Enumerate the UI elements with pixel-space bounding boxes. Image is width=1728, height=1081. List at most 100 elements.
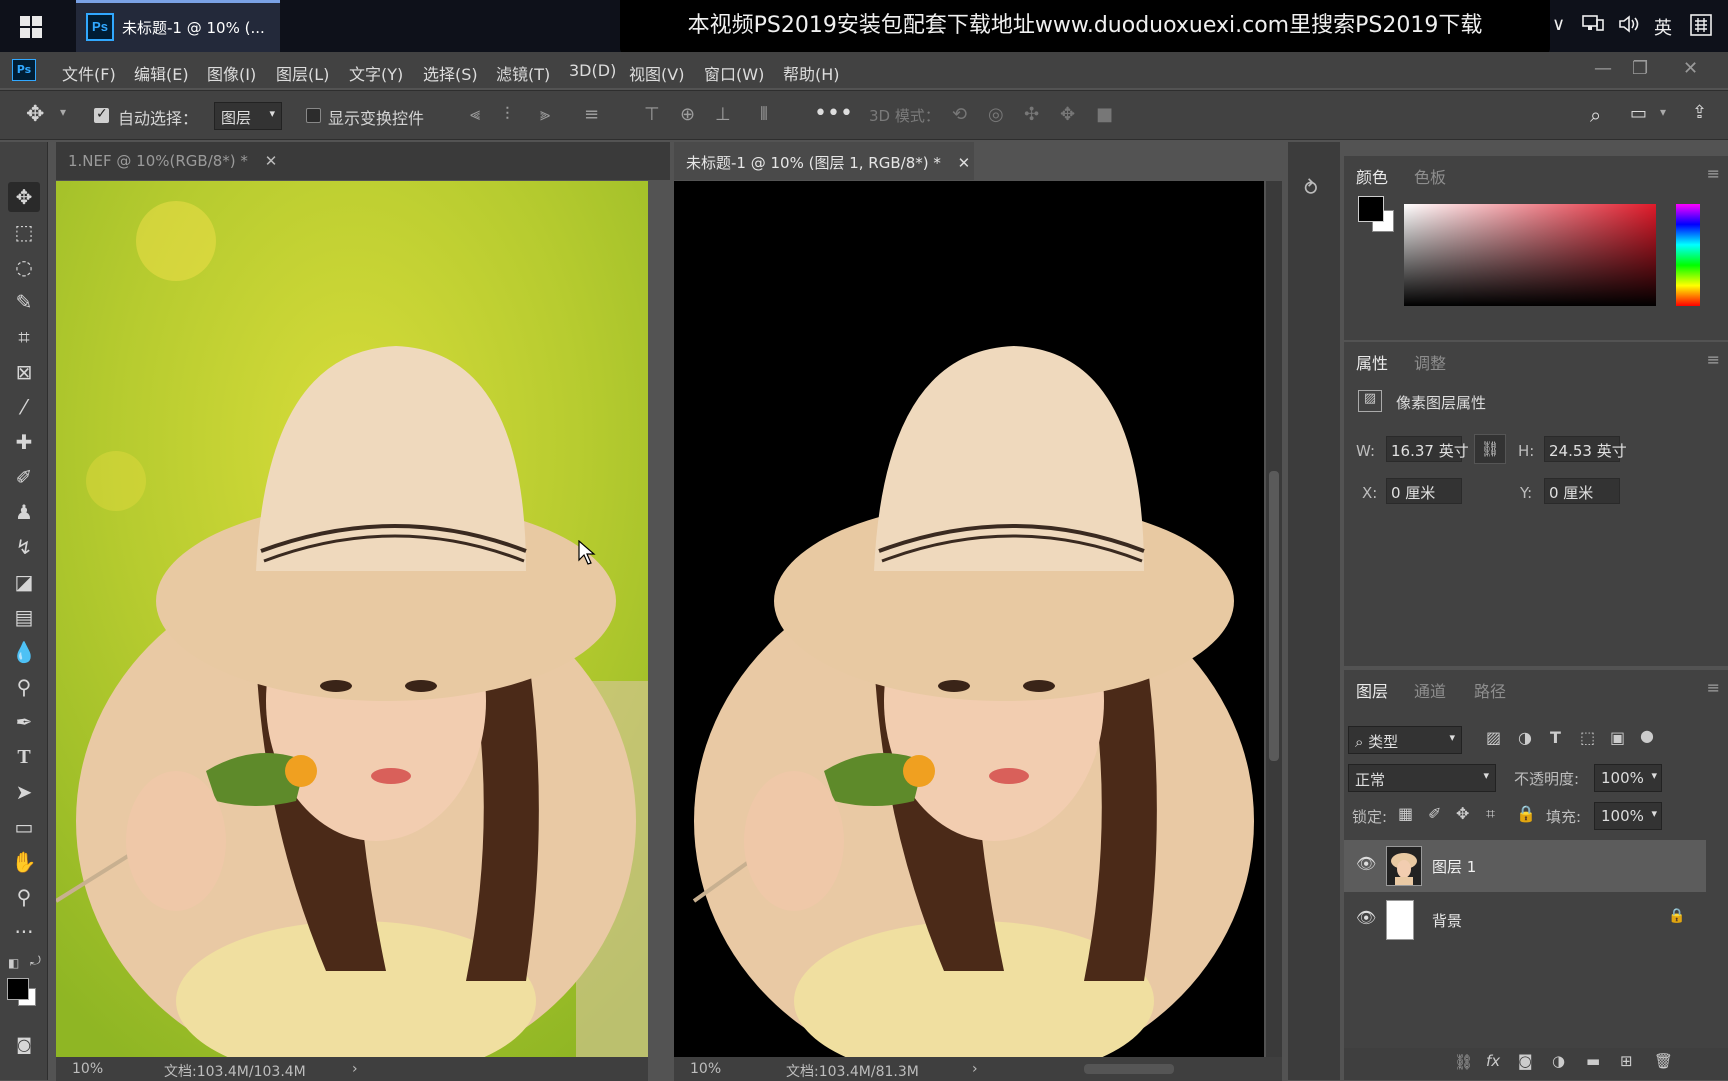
document-1-canvas[interactable] <box>56 181 648 1057</box>
hue-slider[interactable] <box>1676 204 1700 306</box>
healing-brush-tool-icon[interactable]: ✚ <box>8 427 40 457</box>
path-select-tool-icon[interactable]: ➤ <box>8 777 40 807</box>
layer-style-fx-icon[interactable]: fx <box>1486 1052 1500 1070</box>
distribute-vertical-icon[interactable]: ⦀ <box>760 104 768 125</box>
lock-transparent-icon[interactable]: ▦ <box>1398 804 1413 823</box>
filter-smart-object-icon[interactable]: ▣ <box>1610 728 1625 747</box>
swap-colors-icon[interactable]: ⤾ <box>30 954 41 969</box>
pen-tool-icon[interactable]: ✒ <box>8 707 40 737</box>
layer-row[interactable]: 👁 背景 🔒 <box>1344 894 1706 946</box>
lock-position-icon[interactable]: ✥ <box>1456 804 1469 823</box>
layer-name[interactable]: 图层 1 <box>1432 856 1476 877</box>
tab-adjustments[interactable]: 调整 <box>1414 350 1446 374</box>
tab-swatches[interactable]: 色板 <box>1414 164 1446 188</box>
tray-expand-icon[interactable]: ∨ <box>1552 14 1565 35</box>
menu-filter[interactable]: 滤镜(T) <box>496 61 550 85</box>
brush-tool-icon[interactable]: ✐ <box>8 462 40 492</box>
link-dimensions-icon[interactable]: ⛓ <box>1474 434 1506 464</box>
document-2-vertical-scrollbar[interactable] <box>1266 181 1282 1057</box>
lock-all-icon[interactable]: 🔒 <box>1516 804 1536 823</box>
windows-start-icon[interactable] <box>20 16 42 38</box>
filter-toggle-icon[interactable]: ● <box>1640 726 1654 745</box>
history-brush-tool-icon[interactable]: ↯ <box>8 532 40 562</box>
photoshop-logo[interactable]: Ps <box>12 59 36 81</box>
more-options-icon[interactable]: ••• <box>814 101 853 126</box>
filter-type-icon[interactable]: T <box>1550 728 1561 747</box>
tab-document-1[interactable]: 1.NEF @ 10%(RGB/8*) * ✕ <box>56 142 670 180</box>
tab-channels[interactable]: 通道 <box>1414 678 1446 702</box>
tool-preset-chevron-icon[interactable]: ▾ <box>60 105 66 119</box>
tab-paths[interactable]: 路径 <box>1474 678 1506 702</box>
menu-window[interactable]: 窗口(W) <box>704 61 764 85</box>
adjustment-layer-icon[interactable]: ◑ <box>1552 1052 1565 1070</box>
panel-menu-icon[interactable]: ≡ <box>1707 164 1720 183</box>
close-icon[interactable]: ✕ <box>265 152 278 170</box>
layer-name[interactable]: 背景 <box>1432 910 1462 931</box>
frame-tool-icon[interactable]: ⊠ <box>8 357 40 387</box>
y-field[interactable]: 0 厘米 <box>1544 478 1620 504</box>
show-transform-checkbox[interactable] <box>306 108 321 123</box>
crop-tool-icon[interactable]: ⌗ <box>8 322 40 352</box>
filter-pixel-icon[interactable]: ▨ <box>1486 728 1501 747</box>
new-group-icon[interactable]: ▬ <box>1586 1052 1600 1070</box>
fill-field[interactable]: 100% ▾ <box>1594 802 1662 830</box>
ime-mode-icon[interactable] <box>1690 14 1712 41</box>
link-layers-icon[interactable]: ⛓ <box>1454 1053 1473 1071</box>
menu-edit[interactable]: 编辑(E) <box>134 61 189 85</box>
tab-layers[interactable]: 图层 <box>1356 678 1388 702</box>
auto-select-target-dropdown[interactable]: 图层 ▾ <box>214 102 282 130</box>
align-left-icon[interactable]: ⫷ <box>470 104 480 125</box>
document-2-canvas[interactable] <box>674 181 1264 1057</box>
marquee-tool-icon[interactable]: ⬚ <box>8 217 40 247</box>
document-2-zoom[interactable]: 10% <box>690 1061 721 1077</box>
zoom-tool-icon[interactable]: ⚲ <box>8 882 40 912</box>
move-tool-icon[interactable]: ✥ <box>26 102 44 127</box>
close-icon[interactable]: ✕ <box>958 154 971 172</box>
blend-mode-dropdown[interactable]: 正常 ▾ <box>1348 764 1496 792</box>
saturation-brightness-field[interactable] <box>1404 204 1656 306</box>
ime-language-indicator[interactable]: 英 <box>1654 14 1672 40</box>
quick-mask-icon[interactable]: ◙ <box>8 1030 40 1060</box>
hand-tool-icon[interactable]: ✋ <box>8 847 40 877</box>
menu-image[interactable]: 图像(I) <box>207 61 256 85</box>
minimize-icon[interactable]: — <box>1594 58 1612 79</box>
layer-filter-dropdown[interactable]: ⌕ 类型 ▾ <box>1348 726 1462 754</box>
distribute-horizontal-icon[interactable]: ≡ <box>584 104 599 125</box>
tab-document-2[interactable]: 未标题-1 @ 10% (图层 1, RGB/8*) * ✕ <box>674 142 974 180</box>
layer-row[interactable]: 👁 图层 1 <box>1344 840 1706 892</box>
filter-shape-icon[interactable]: ⬚ <box>1580 728 1595 747</box>
volume-icon[interactable] <box>1618 14 1642 39</box>
panel-menu-icon[interactable]: ≡ <box>1707 350 1720 369</box>
rectangle-tool-icon[interactable]: ▭ <box>8 812 40 842</box>
opacity-field[interactable]: 100% ▾ <box>1594 764 1662 792</box>
align-center-icon[interactable]: ⫶ <box>505 104 510 125</box>
status-menu-chevron-icon[interactable]: › <box>352 1061 358 1077</box>
gradient-tool-icon[interactable]: ▤ <box>8 602 40 632</box>
workspace-icon[interactable]: ▭ <box>1630 103 1647 124</box>
document-1-zoom[interactable]: 10% <box>72 1061 103 1077</box>
height-field[interactable]: 24.53 英寸 <box>1544 436 1627 462</box>
clone-stamp-tool-icon[interactable]: ♟ <box>8 497 40 527</box>
align-bottom-icon[interactable]: ⊥ <box>715 104 731 125</box>
menu-file[interactable]: 文件(F) <box>62 61 116 85</box>
scrollbar-thumb[interactable] <box>1269 471 1279 761</box>
lasso-tool-icon[interactable]: ◌ <box>8 252 40 282</box>
visibility-eye-icon[interactable]: 👁 <box>1356 854 1376 873</box>
menu-select[interactable]: 选择(S) <box>423 61 478 85</box>
tab-color[interactable]: 颜色 <box>1356 164 1388 188</box>
align-middle-icon[interactable]: ⊕ <box>680 104 695 125</box>
share-icon[interactable]: ⇪ <box>1692 102 1707 123</box>
close-icon[interactable]: ✕ <box>1683 58 1698 79</box>
delete-layer-icon[interactable]: 🗑 <box>1654 1052 1673 1070</box>
move-tool-icon[interactable]: ✥ <box>8 182 40 212</box>
quick-select-tool-icon[interactable]: ✎ <box>8 287 40 317</box>
lock-artboard-icon[interactable]: ⌗ <box>1486 804 1495 824</box>
tab-properties[interactable]: 属性 <box>1356 350 1388 374</box>
history-panel-icon[interactable]: ⥁ <box>1304 176 1318 200</box>
x-field[interactable]: 0 厘米 <box>1386 478 1462 504</box>
default-colors-icon[interactable]: ◧ <box>8 956 19 970</box>
filter-adjustment-icon[interactable]: ◑ <box>1518 728 1532 747</box>
lock-image-icon[interactable]: ✐ <box>1428 804 1441 823</box>
network-icon[interactable] <box>1582 14 1604 39</box>
auto-select-checkbox[interactable] <box>94 106 109 123</box>
